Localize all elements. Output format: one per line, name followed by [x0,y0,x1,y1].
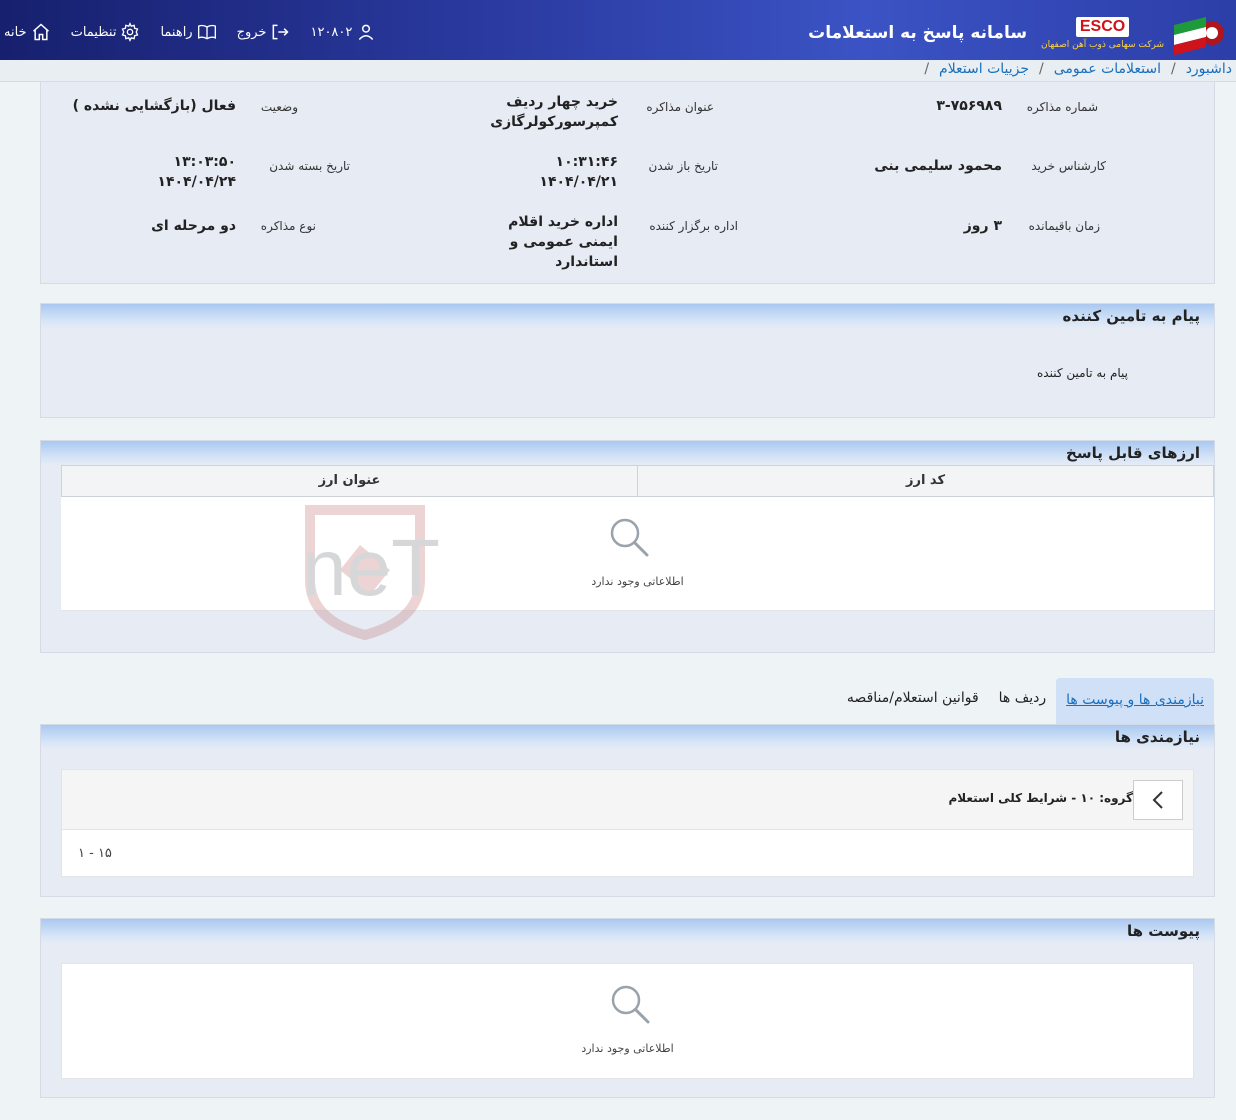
tab-requirements-attachments[interactable]: نیازمندی ها و پیوست ها [1056,678,1214,724]
search-icon [610,518,649,557]
brand: ESCO شرکت سهامی ذوب آهن اصفهان سامانه پا… [804,8,1224,58]
breadcrumb-public-inquiries[interactable]: استعلامات عمومی [1054,61,1161,77]
breadcrumb-bar: داشبورد / استعلامات عمومی / جزییات استعل… [0,60,1236,82]
attachments-panel: پیوست ها اطلاعاتی وجود ندارد [40,918,1215,1098]
nav-settings-label: تنظیمات [70,24,117,40]
close-date-value: ۱۴۰۴/۰۴/۲۴ [157,174,236,190]
breadcrumb-separator: / [1039,61,1044,77]
brand-subtitle: شرکت سهامی ذوب آهن اصفهان [1041,39,1164,50]
breadcrumb-dashboard[interactable]: داشبورد [1186,61,1232,77]
nav-guide[interactable]: راهنما [160,22,216,42]
home-icon [32,23,49,41]
attachments-empty-state: اطلاعاتی وجود ندارد [61,963,1194,1079]
supplier-message-title: پیام به تامین کننده [41,304,1214,328]
requirements-title: نیازمندی ها [41,725,1214,749]
search-icon [611,985,650,1024]
expert-label: کارشناس خرید [1031,159,1106,173]
nav-logout-label: خروج [236,24,267,40]
number-label: شماره مذاکره [1026,100,1098,114]
remaining-value: ۳ روز [963,218,1002,234]
currencies-panel: ارزهای قابل پاسخ کد ارز عنوان ارز اطلاعا… [40,440,1215,653]
open-date-label: تاریخ باز شدن [648,159,718,173]
gear-icon [122,22,139,42]
number-value: ۳-۷۵۶۹۸۹ [936,98,1002,114]
supplier-message-text: پیام به تامین کننده [1037,366,1128,380]
close-date-label: تاریخ بسته شدن [269,159,350,173]
flag-logo-icon [1172,11,1224,55]
pager-range: ۱ - ۱۵ [78,846,112,861]
supplier-message-panel: پیام به تامین کننده پیام به تامین کننده [40,303,1215,418]
organizer-label: اداره برگزار کننده [649,219,738,233]
currencies-title: ارزهای قابل پاسخ [41,441,1214,465]
title-value: خرید چهار ردیف کمپرسورکولرگازی [490,94,618,130]
title-label: عنوان مذاکره [646,100,714,114]
inquiry-details: شماره مذاکره ۳-۷۵۶۹۸۹ عنوان مذاکره خرید … [40,82,1215,284]
currencies-empty-text: اطلاعاتی وجود ندارد [591,575,684,588]
type-value: دو مرحله ای [151,218,236,234]
expand-group-button[interactable] [1133,780,1183,820]
table-header: کد ارز عنوان ارز [61,465,1214,497]
expert-value: محمود سلیمی بنی [874,158,1002,174]
status-label: وضعیت [260,100,298,114]
logout-icon [273,24,290,40]
group-header: گروه: ۱۰ - شرایط کلی استعلام [62,770,1193,830]
top-nav: خانه تنظیمات راهنما خروج ۱۲۰۸۰۲ [4,22,376,42]
close-time-value: ۱۳:۰۳:۵۰ [173,154,236,170]
group-title: گروه: ۱۰ - شرایط کلی استعلام [948,791,1133,805]
tab-rows[interactable]: ردیف ها [989,690,1056,724]
requirements-group: گروه: ۱۰ - شرایط کلی استعلام ۱ - ۱۵ [61,769,1194,877]
open-date-value: ۱۴۰۴/۰۴/۲۱ [539,174,618,190]
open-date: ۱۰:۳۱:۴۶ ۱۴۰۴/۰۴/۲۱ [539,152,618,192]
type-label: نوع مذاکره [260,219,316,233]
status-value: فعال (بازگشایی نشده ) [72,98,236,114]
book-icon [197,24,216,40]
organizer-value: اداره خرید اقلام ایمنی عمومی و استاندارد [508,214,618,270]
detail-tabs: نیازمندی ها و پیوست ها ردیف ها قوانین اس… [837,674,1214,724]
attachments-title: پیوست ها [41,919,1214,943]
nav-logout[interactable]: خروج [237,22,291,42]
nav-home-label: خانه [4,24,27,40]
esco-logo-text: ESCO [1075,16,1130,37]
breadcrumb-separator: / [924,61,930,77]
remaining-label: زمان باقیمانده [1028,219,1100,233]
user-id: ۱۲۰۸۰۲ [310,24,353,40]
nav-home[interactable]: خانه [4,22,51,42]
attachments-empty-text: اطلاعاتی وجود ندارد [581,1042,674,1055]
nav-settings[interactable]: تنظیمات [71,22,141,42]
column-currency-code[interactable]: کد ارز [638,466,1213,496]
chevron-left-icon [1152,791,1163,809]
open-time-value: ۱۰:۳۱:۴۶ [555,154,618,170]
requirements-panel: نیازمندی ها گروه: ۱۰ - شرایط کلی استعلام… [40,724,1215,897]
breadcrumb-inquiry-details[interactable]: جزییات استعلام [939,61,1029,77]
nav-guide-label: راهنما [160,24,193,40]
breadcrumb: داشبورد / استعلامات عمومی / جزییات استعل… [924,61,1232,77]
top-header: ESCO شرکت سهامی ذوب آهن اصفهان سامانه پا… [0,0,1236,60]
column-currency-title[interactable]: عنوان ارز [62,466,638,496]
close-date: ۱۳:۰۳:۵۰ ۱۴۰۴/۰۴/۲۴ [157,152,236,192]
tab-rules[interactable]: قوانین استعلام/مناقصه [837,690,989,724]
app-title: سامانه پاسخ به استعلامات [808,23,1028,43]
currencies-empty-state: اطلاعاتی وجود ندارد [61,497,1214,611]
user-icon [359,24,374,41]
nav-user[interactable]: ۱۲۰۸۰۲ [310,22,376,42]
breadcrumb-separator: / [1170,61,1176,77]
esco-logo: ESCO شرکت سهامی ذوب آهن اصفهان [1041,16,1164,50]
currencies-table: کد ارز عنوان ارز اطلاعاتی وجود ندارد [61,465,1214,611]
